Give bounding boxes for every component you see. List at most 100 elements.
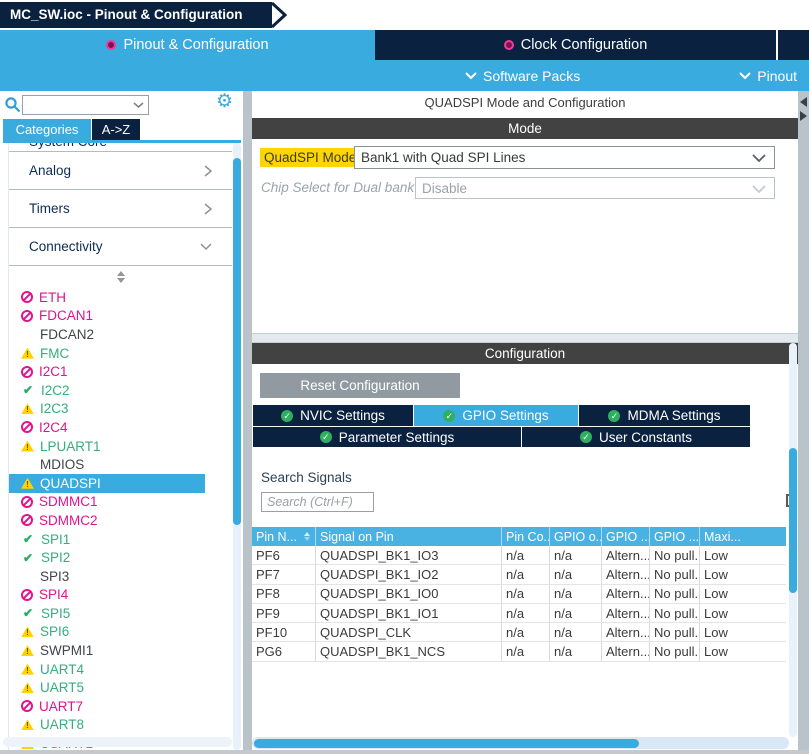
table-row[interactable]: PF9 QUADSPI_BK1_IO1 n/a n/a Altern... No pull… [252, 603, 786, 624]
check-circle-icon: ✓ [608, 409, 621, 422]
sidebar-item-label: I2C4 [39, 419, 68, 435]
sidebar-tab-categories[interactable]: Categories [3, 119, 91, 140]
config-scrollbar[interactable] [789, 343, 797, 737]
peripheral-list: ETH FDCAN1 FDCAN2! FMC I2C1 ✔ I2C2! I2C3 I2C4 ! LP… [9, 288, 232, 753]
table-row[interactable]: PF7 QUADSPI_BK1_IO2 n/a n/a Altern... No pull… [252, 565, 786, 585]
column-header[interactable]: GPIO ... [650, 527, 700, 546]
tab-parameter-settings[interactable]: ✓ Parameter Settings [253, 427, 521, 447]
tab-nvic-settings[interactable]: ✓ NVIC Settings [253, 405, 413, 426]
sidebar-item-i2c2[interactable]: ✔ I2C2 [9, 381, 232, 400]
tab-pinout-configuration[interactable]: Pinout & Configuration [0, 30, 375, 60]
tab-clock-configuration[interactable]: Clock Configuration [375, 30, 776, 60]
tab-next-partial[interactable] [776, 30, 809, 60]
sidebar-item-swpmi1[interactable]: ! SWPMI1 [9, 641, 232, 660]
sidebar-item-label: FDCAN1 [39, 308, 94, 324]
sidebar-item-quadspi[interactable]: ! QUADSPI [9, 473, 205, 493]
column-header[interactable]: Pin N... [252, 527, 316, 546]
sidebar-item-fmc[interactable]: ! FMC [9, 344, 232, 363]
software-packs-menu[interactable]: Software Packs [465, 60, 580, 91]
reset-configuration-button[interactable]: Reset Configuration [260, 373, 460, 398]
sidebar-item-mdios[interactable]: MDIOS [9, 455, 232, 474]
category-timers[interactable]: Timers [9, 190, 232, 228]
sidebar-item-eth[interactable]: ETH [9, 288, 232, 307]
collapse-right-icon[interactable] [800, 111, 807, 121]
vertical-splitter[interactable] [243, 91, 252, 750]
window-title: MC_SW.ioc - Pinout & Configuration [0, 2, 272, 28]
sidebar-item-uart7[interactable]: UART7 [9, 697, 232, 716]
table-cell: Low [704, 644, 728, 660]
check-circle-icon: ✓ [443, 409, 456, 422]
gear-icon[interactable]: ⚙ [216, 92, 233, 112]
table-cell: PF7 [252, 565, 316, 584]
sidebar-item-sdmmc1[interactable]: SDMMC1 [9, 493, 232, 512]
list-scroll-spinner[interactable] [9, 266, 232, 288]
table-cell: n/a [502, 603, 550, 623]
sidebar-search-input[interactable] [24, 97, 128, 113]
sidebar-item-label: I2C2 [41, 382, 70, 398]
category-analog[interactable]: Analog [9, 152, 232, 190]
sidebar-item-uart4[interactable]: ! UART4 [9, 660, 232, 679]
tab-user-constants[interactable]: ✓ User Constants [522, 427, 750, 447]
stm32cubemx-window: MC_SW.ioc - Pinout & Configuration Pinou… [0, 0, 809, 754]
table-row[interactable]: PF10QUADSPI_CLKn/an/aAltern...No pull...… [252, 623, 786, 643]
tab-gpio-settings[interactable]: ✓ GPIO Settings [414, 405, 578, 426]
column-header[interactable]: GPIO ... [602, 527, 650, 546]
panel-collapse-strip[interactable] [798, 91, 809, 750]
table-cell: Altern... [602, 584, 650, 603]
column-header[interactable]: GPIO o... [550, 527, 602, 546]
sidebar-item-i2c1[interactable]: I2C1 [9, 362, 232, 381]
blocked-icon [21, 421, 33, 434]
chevron-down-icon[interactable] [133, 102, 144, 109]
sidebar-item-fdcan2[interactable]: FDCAN2 [9, 325, 232, 344]
sidebar-item-spi1[interactable]: ✔ SPI1 [9, 530, 232, 549]
tab-label: GPIO Settings [462, 408, 549, 423]
config-scrollbar-thumb[interactable] [789, 448, 797, 593]
table-row[interactable]: PF6 QUADSPI_BK1_IO3 n/a n/a Altern... No pull… [252, 546, 786, 566]
sidebar-item-fdcan1[interactable]: FDCAN1 [9, 307, 232, 326]
st-dot-icon [106, 40, 117, 50]
sidebar-scrollbar[interactable] [233, 143, 241, 750]
sidebar-tab-a-to-z[interactable]: A->Z [92, 119, 140, 140]
tab-mdma-settings[interactable]: ✓ MDMA Settings [579, 405, 750, 426]
quadspi-mode-dropdown[interactable]: Bank1 with Quad SPI Lines [354, 146, 775, 169]
sidebar-scrollbar-thumb[interactable] [233, 158, 241, 525]
panel-hscrollbar-thumb[interactable] [254, 738, 639, 748]
warning-icon: ! [21, 347, 34, 359]
sidebar-search-combobox[interactable] [22, 95, 149, 115]
category-connectivity[interactable]: Connectivity [9, 228, 232, 266]
sort-icon[interactable] [304, 532, 310, 541]
blocked-icon [21, 514, 33, 527]
chevron-right-icon [204, 202, 212, 215]
sidebar-item-spi3[interactable]: SPI3 [9, 567, 232, 586]
sidebar-item-spi2[interactable]: ✔ SPI2 [9, 548, 232, 567]
tab-label: Parameter Settings [338, 429, 455, 445]
table-row[interactable]: PG6 QUADSPI_BK1_NCS n/a n/a Altern... No pull… [252, 642, 786, 662]
horizontal-splitter[interactable] [252, 333, 798, 343]
table-row[interactable]: PF8 QUADSPI_BK1_IO0 n/a n/a Altern... No pull… [252, 584, 786, 604]
sidebar-item-label: SPI2 [41, 550, 71, 566]
column-header[interactable]: Pin Co... [502, 527, 550, 546]
sidebar-item-uart5[interactable]: ! UART5 [9, 678, 232, 697]
sidebar-hscroll-track[interactable] [3, 737, 232, 747]
sidebar-item-i2c4[interactable]: I2C4 [9, 418, 232, 437]
table-cell: QUADSPI_BK1_NCS [316, 642, 502, 661]
sidebar-item-label: I2C1 [39, 364, 68, 380]
sidebar-item-spi6[interactable]: ! SPI6 [9, 623, 232, 642]
column-header[interactable]: Signal on Pin [316, 527, 502, 546]
sidebar-item-i2c3[interactable]: ! I2C3 [9, 400, 232, 419]
sidebar-item-spi4[interactable]: SPI4 [9, 586, 232, 605]
blocked-icon [21, 700, 33, 713]
pinout-menu[interactable]: Pinout [739, 60, 797, 91]
category-system-core-clipped[interactable]: System Core [9, 143, 232, 152]
collapse-left-icon[interactable] [800, 97, 807, 107]
sidebar-item-lpuart1[interactable]: ! LPUART1 [9, 437, 232, 456]
column-header[interactable]: Maxi... [700, 527, 786, 546]
panel-hscrollbar[interactable] [252, 737, 789, 749]
sidebar-item-sdmmc2[interactable]: SDMMC2 [9, 511, 232, 530]
sidebar-item-uart8[interactable]: ! UART8 [9, 716, 232, 735]
sidebar-item-spi5[interactable]: ✔ SPI5 [9, 604, 232, 623]
table-cell: Altern... [602, 565, 650, 584]
sidebar-item-label: SPI3 [40, 568, 70, 584]
signals-search-input[interactable] [261, 492, 374, 512]
breadcrumb-chevron-icon [270, 2, 288, 28]
